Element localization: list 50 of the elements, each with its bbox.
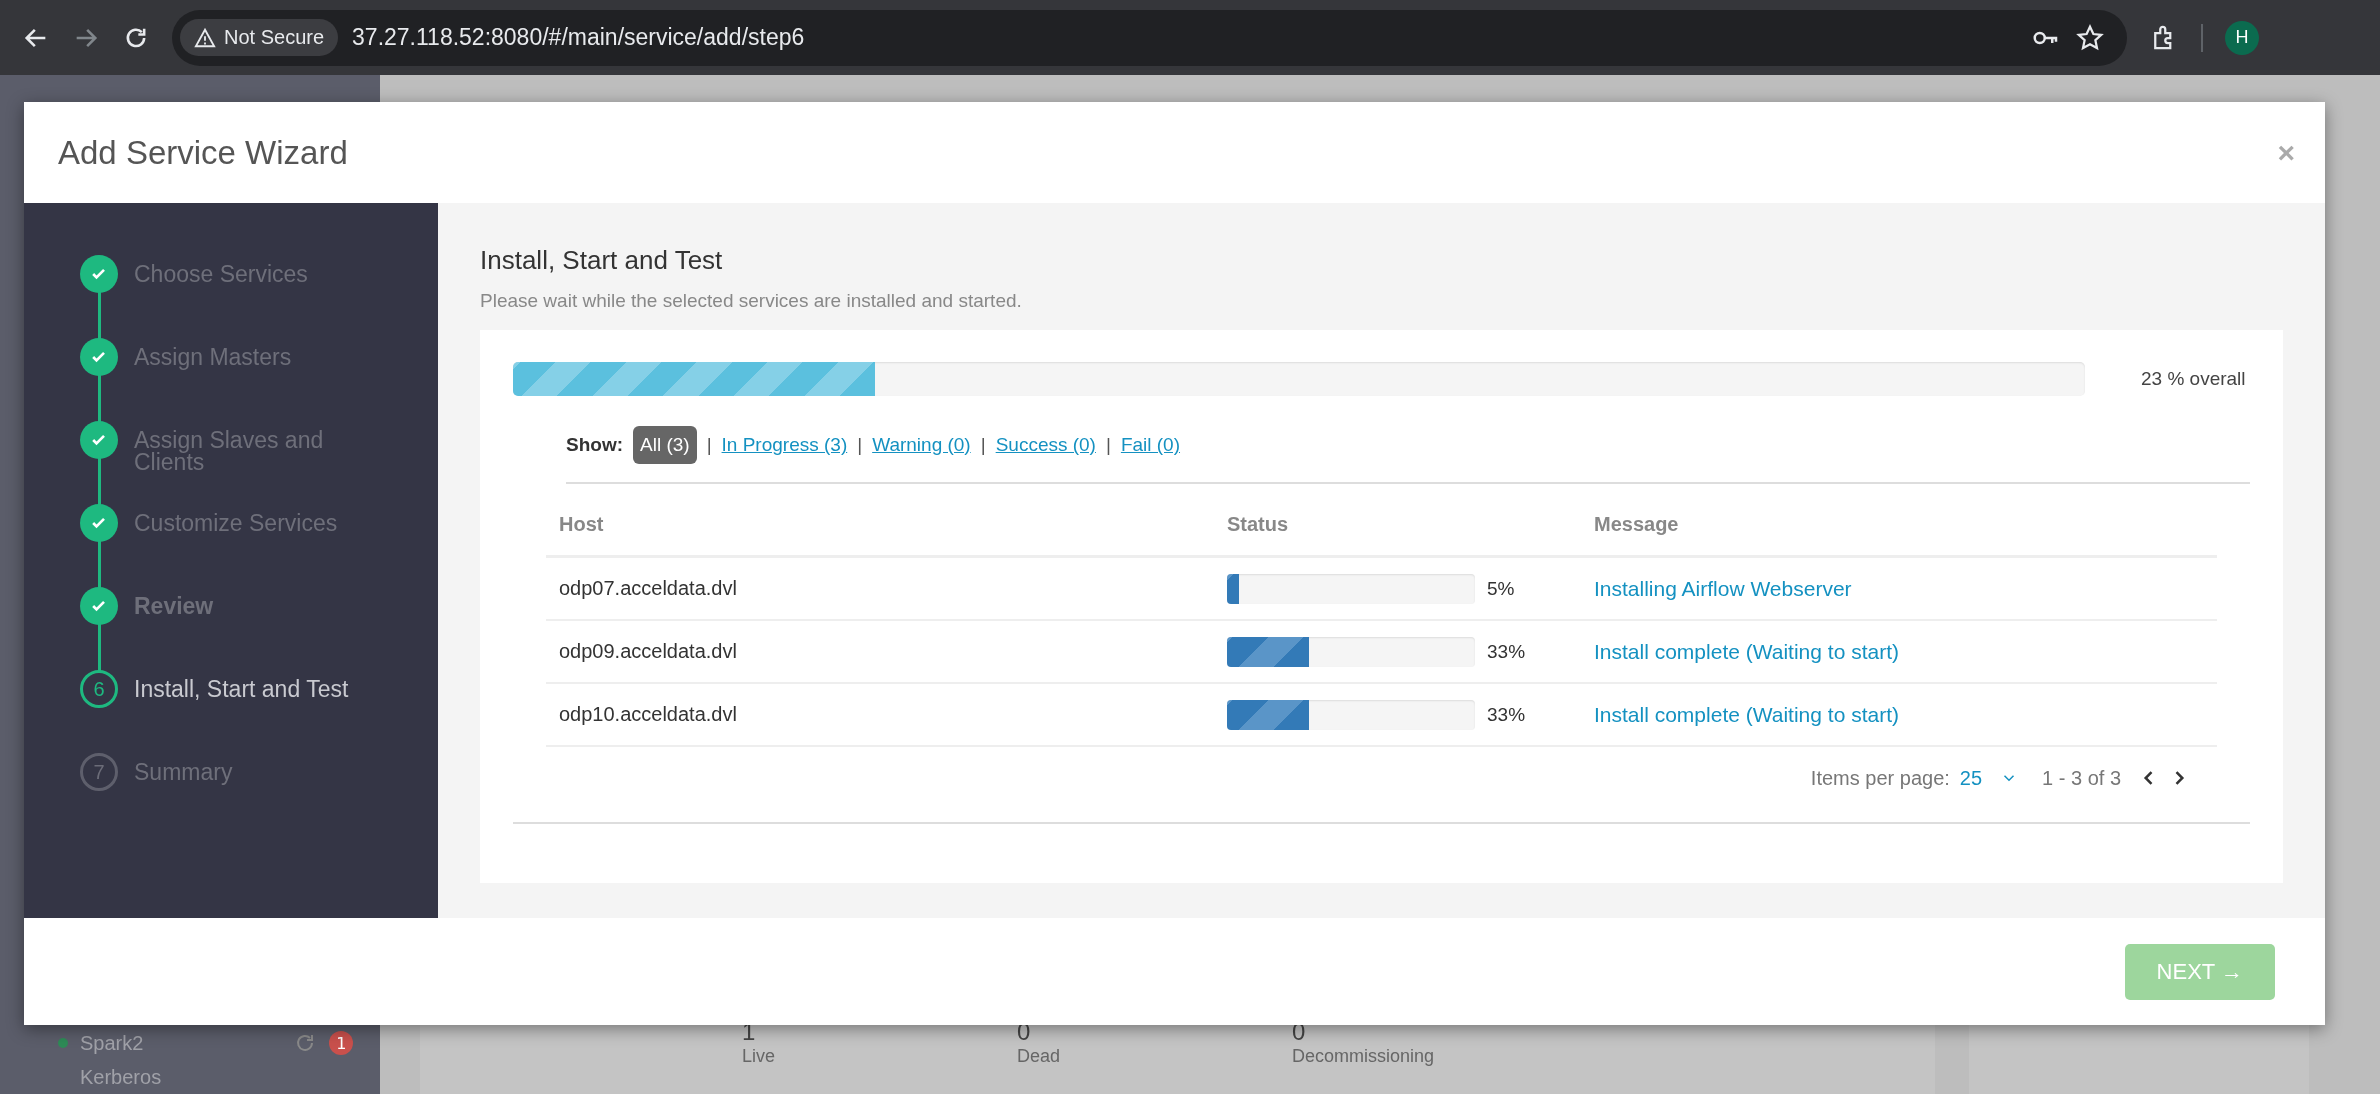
metric-label: Live bbox=[742, 1046, 777, 1067]
column-header: Host bbox=[559, 513, 605, 536]
step-number: 6 bbox=[80, 670, 118, 708]
filter-link[interactable]: Fail (0) bbox=[1120, 434, 1180, 456]
separator: | bbox=[980, 434, 986, 456]
separator: | bbox=[1105, 434, 1111, 456]
filter-link[interactable]: Warning (0) bbox=[872, 434, 971, 456]
progress-percent: 5% bbox=[1487, 577, 1515, 600]
star-icon[interactable] bbox=[2075, 22, 2105, 53]
overall-progress-text: 23 % overall bbox=[2141, 368, 2246, 390]
host-cell-text: odp09.acceldata.dvl bbox=[559, 640, 738, 663]
nav-item[interactable]: Spark2 bbox=[80, 1031, 144, 1055]
url-text: 37.27.118.52:8080/#/main/service/add/step6 bbox=[352, 24, 805, 51]
progress-percent: 33% bbox=[1487, 640, 1526, 663]
status-message-link[interactable]: Installing Airflow Webserver bbox=[1594, 576, 2217, 601]
separator: | bbox=[706, 434, 712, 456]
warning-icon bbox=[194, 26, 216, 49]
profile-avatar[interactable]: H bbox=[2225, 20, 2259, 55]
step-label[interactable]: Summary bbox=[134, 753, 364, 783]
dialog-title: Add Service Wizard bbox=[58, 133, 348, 172]
column-header: Message bbox=[1594, 513, 1680, 536]
column-header: Status bbox=[1227, 513, 1290, 536]
host-cell-text: odp10.acceldata.dvl bbox=[559, 703, 738, 726]
status-message-link[interactable]: Install complete (Waiting to start) bbox=[1594, 639, 2217, 664]
status-message-link[interactable]: Install complete (Waiting to start) bbox=[1594, 702, 2217, 727]
section-subtitle: Please wait while the selected services are installed and started. bbox=[480, 290, 1023, 312]
close-button[interactable]: × bbox=[2277, 135, 2295, 170]
metric-label: Dead bbox=[1017, 1046, 1062, 1067]
step-label[interactable]: Install, Start and Test bbox=[134, 670, 364, 700]
address-bar[interactable]: Not Secure 37.27.118.52:8080/#/main/service/add/step6 bbox=[172, 9, 2127, 66]
alert-badge: 1 bbox=[329, 1031, 354, 1055]
metric-label: Decommissioning bbox=[1292, 1046, 1436, 1067]
items-per-page-select[interactable]: 25 bbox=[1959, 766, 2019, 790]
items-per-page-label: Items per page: bbox=[1810, 766, 1950, 790]
progress-percent: 33% bbox=[1487, 703, 1526, 726]
section-heading: Install, Start and Test bbox=[480, 245, 724, 276]
filter-link[interactable]: All (3) bbox=[633, 426, 697, 464]
filter-link[interactable]: In Progress (3) bbox=[721, 434, 848, 456]
step-label[interactable]: Choose Services bbox=[134, 255, 364, 285]
filter-link[interactable]: Success (0) bbox=[995, 434, 1096, 456]
nav-item[interactable]: Kerberos bbox=[80, 1065, 162, 1089]
page-range: 1 - 3 of 3 bbox=[2042, 766, 2121, 790]
step-label[interactable]: Assign Slaves and Clients bbox=[134, 421, 364, 473]
step-label[interactable]: Customize Services bbox=[134, 504, 364, 534]
step-label[interactable]: Assign Masters bbox=[134, 338, 364, 368]
separator: | bbox=[857, 434, 863, 456]
filter-label: Show: bbox=[566, 434, 623, 456]
host-cell-text: odp07.acceldata.dvl bbox=[559, 577, 738, 600]
step-label[interactable]: Review bbox=[134, 587, 364, 617]
security-chip[interactable]: Not Secure bbox=[180, 19, 339, 56]
